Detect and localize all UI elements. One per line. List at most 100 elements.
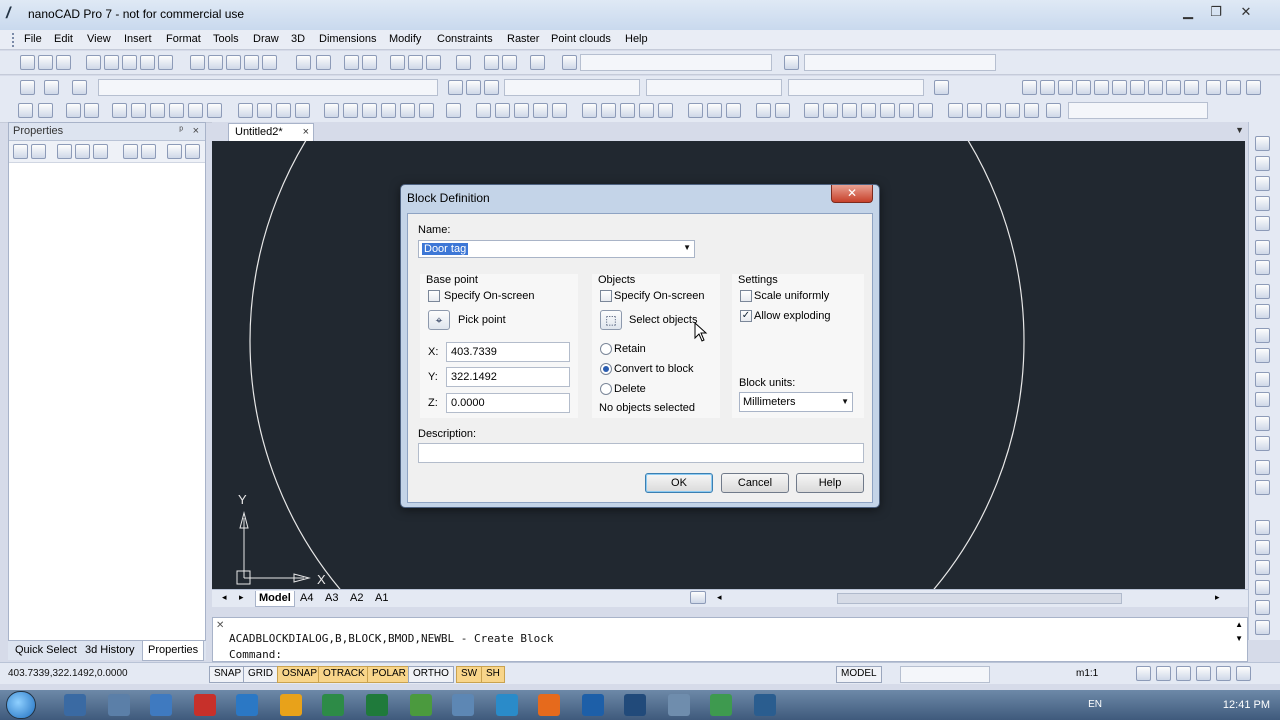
table-icon[interactable] bbox=[446, 103, 461, 118]
language-indicator[interactable]: EN bbox=[1088, 699, 1102, 710]
text-style-combo[interactable] bbox=[580, 54, 772, 71]
select-objects-icon[interactable] bbox=[13, 144, 28, 159]
cancel-button[interactable]: Cancel bbox=[721, 473, 789, 493]
shade-icon[interactable] bbox=[861, 103, 876, 118]
tool-m-icon[interactable] bbox=[1246, 80, 1261, 95]
color-combo[interactable] bbox=[504, 79, 640, 96]
ucs-icon[interactable] bbox=[18, 103, 33, 118]
constraint-combo[interactable] bbox=[1068, 102, 1208, 119]
select-objects-button[interactable]: ⬚ bbox=[600, 310, 622, 330]
alphabetical-icon[interactable] bbox=[185, 144, 200, 159]
new-file-icon[interactable] bbox=[20, 55, 35, 70]
snap-toggle[interactable]: SNAP bbox=[209, 666, 247, 683]
menu-insert[interactable]: Insert bbox=[124, 33, 152, 45]
dim-arc-icon[interactable] bbox=[514, 103, 529, 118]
array-tool-icon[interactable] bbox=[1255, 436, 1270, 451]
batch-icon[interactable] bbox=[158, 55, 173, 70]
menu-raster[interactable]: Raster bbox=[507, 33, 539, 45]
dim-continue-icon[interactable] bbox=[658, 103, 673, 118]
tool-g-icon[interactable] bbox=[1130, 80, 1145, 95]
command-prompt[interactable]: Command: bbox=[229, 648, 282, 661]
save-file-icon[interactable] bbox=[56, 55, 71, 70]
trim-tool-icon[interactable] bbox=[1255, 328, 1270, 343]
view-front-icon[interactable] bbox=[188, 103, 203, 118]
dim-angular-icon[interactable] bbox=[601, 103, 616, 118]
close-command-icon[interactable]: ✕ bbox=[216, 620, 224, 631]
status-tool-e-icon[interactable] bbox=[1216, 666, 1231, 681]
hatch-tool-icon[interactable] bbox=[1255, 480, 1270, 495]
office-taskbar-icon[interactable] bbox=[280, 694, 302, 716]
constraint-a-icon[interactable] bbox=[948, 103, 963, 118]
nanocad-taskbar-icon[interactable] bbox=[624, 694, 646, 716]
expand-icon[interactable] bbox=[123, 144, 138, 159]
iso-nw-icon[interactable] bbox=[295, 103, 310, 118]
constraint-c-icon[interactable] bbox=[986, 103, 1001, 118]
zoom-extents-icon[interactable] bbox=[408, 55, 423, 70]
tool-e-icon[interactable] bbox=[1094, 80, 1109, 95]
tool-l-icon[interactable] bbox=[1226, 80, 1241, 95]
sw-toggle[interactable]: SW bbox=[456, 666, 483, 683]
toggle-pickadd-icon[interactable] bbox=[31, 144, 46, 159]
chamfer-tool-icon[interactable] bbox=[1255, 392, 1270, 407]
z-input[interactable]: 0.0000 bbox=[446, 393, 570, 413]
dim-style-icon[interactable] bbox=[784, 55, 799, 70]
osnap-toggle[interactable]: OSNAP bbox=[277, 666, 323, 683]
gadget-taskbar-icon[interactable] bbox=[410, 694, 432, 716]
close-window-button[interactable]: ✕ bbox=[1232, 2, 1260, 22]
dialog-close-button[interactable]: ✕ bbox=[831, 185, 873, 203]
sh-toggle[interactable]: SH bbox=[481, 666, 505, 683]
pick-point-button[interactable]: ⌖ bbox=[428, 310, 450, 330]
view-left-icon[interactable] bbox=[150, 103, 165, 118]
open-file-icon[interactable] bbox=[38, 55, 53, 70]
menu-view[interactable]: View bbox=[87, 33, 111, 45]
opera-taskbar-icon[interactable] bbox=[194, 694, 216, 716]
view-back-icon[interactable] bbox=[207, 103, 222, 118]
menu-edit[interactable]: Edit bbox=[54, 33, 73, 45]
constraint-e-icon[interactable] bbox=[1024, 103, 1039, 118]
match-properties-icon[interactable] bbox=[262, 55, 277, 70]
tool-h-icon[interactable] bbox=[1148, 80, 1163, 95]
line-tool-icon[interactable] bbox=[1255, 136, 1270, 151]
mirror-tool-icon[interactable] bbox=[1255, 304, 1270, 319]
tab-untitled2[interactable]: Untitled2* × bbox=[228, 123, 314, 141]
allow-exploding-checkbox[interactable]: ✓ bbox=[740, 310, 752, 322]
status-tool-d-icon[interactable] bbox=[1196, 666, 1211, 681]
status-tool-a-icon[interactable] bbox=[1136, 666, 1151, 681]
app-taskbar-icon[interactable] bbox=[236, 694, 258, 716]
dim-ordinate-icon[interactable] bbox=[533, 103, 548, 118]
sheets-taskbar-icon[interactable] bbox=[322, 694, 344, 716]
dim-style-combo[interactable] bbox=[804, 54, 996, 71]
menu-format[interactable]: Format bbox=[166, 33, 201, 45]
annotation-scale-combo[interactable] bbox=[900, 666, 990, 683]
tab-3d-history[interactable]: 3d History bbox=[85, 644, 135, 656]
convert-radio[interactable] bbox=[600, 363, 612, 375]
pan-icon[interactable] bbox=[344, 55, 359, 70]
block-units-combo[interactable]: Millimeters ▼ bbox=[739, 392, 853, 412]
section-icon[interactable] bbox=[400, 103, 415, 118]
lineweight-combo[interactable] bbox=[788, 79, 924, 96]
folder-taskbar-icon[interactable] bbox=[668, 694, 690, 716]
menu-point-clouds[interactable]: Point clouds bbox=[551, 33, 611, 45]
scale-tool-icon[interactable] bbox=[1255, 284, 1270, 299]
paint-taskbar-icon[interactable] bbox=[538, 694, 560, 716]
keyboard-taskbar-icon[interactable] bbox=[108, 694, 130, 716]
units-dropdown-icon[interactable]: ▼ bbox=[841, 397, 849, 406]
tab-properties[interactable]: Properties bbox=[142, 641, 205, 661]
start-button[interactable] bbox=[6, 691, 36, 719]
scroll-up-icon[interactable]: ▲ bbox=[1235, 620, 1243, 629]
group-tool-icon[interactable] bbox=[1255, 560, 1270, 575]
menu-help[interactable]: Help bbox=[625, 33, 648, 45]
region-tool-icon[interactable] bbox=[1255, 580, 1270, 595]
tab-list-icon[interactable]: ▼ bbox=[1235, 125, 1244, 135]
menu-modify[interactable]: Modify bbox=[389, 33, 421, 45]
paste-icon[interactable] bbox=[226, 55, 241, 70]
iso-ne-icon[interactable] bbox=[276, 103, 291, 118]
measure-icon[interactable] bbox=[502, 55, 517, 70]
dim-edit-icon[interactable] bbox=[726, 103, 741, 118]
layers-icon[interactable] bbox=[20, 80, 35, 95]
tool-a-icon[interactable] bbox=[1022, 80, 1037, 95]
tab-a1[interactable]: A1 bbox=[372, 591, 391, 607]
slice-icon[interactable] bbox=[419, 103, 434, 118]
arc-tool-icon[interactable] bbox=[1255, 176, 1270, 191]
y-input[interactable]: 322.1492 bbox=[446, 367, 570, 387]
